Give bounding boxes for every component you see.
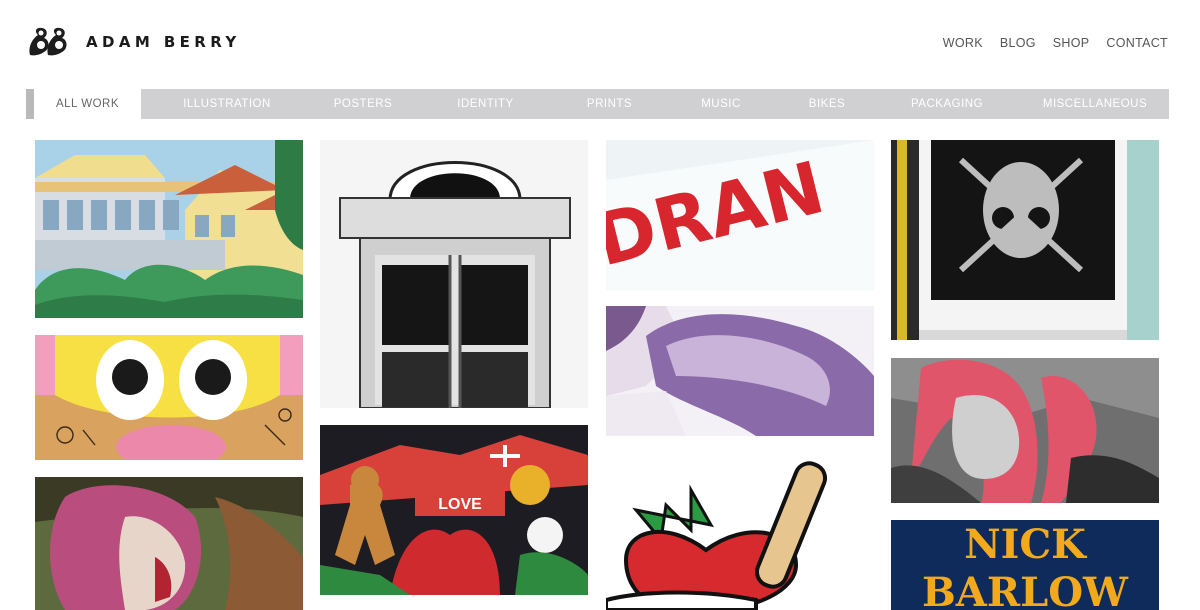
portfolio-tile-stipple-doorway[interactable] [320, 140, 588, 408]
cartoon-eyes-image [35, 335, 303, 460]
category-filter-bar: ALL WORK ILLUSTRATION POSTERS IDENTITY P… [26, 89, 1169, 119]
portfolio-tile-red-poster[interactable]: DRAN [606, 140, 874, 290]
candy-heart-image [606, 450, 874, 610]
hotel-illustration-image [35, 140, 303, 318]
portfolio-tile-typography[interactable]: NICK BARLOW [891, 520, 1159, 610]
filter-prints[interactable]: PRINTS [558, 89, 661, 119]
filter-miscellaneous[interactable]: MISCELLANEOUS [1021, 89, 1169, 119]
christmas-print-image: LOVE [320, 425, 588, 595]
nav-shop[interactable]: SHOP [1053, 36, 1090, 50]
redhead-portrait-image [891, 358, 1159, 503]
nav-contact[interactable]: CONTACT [1106, 36, 1168, 50]
filter-posters[interactable]: POSTERS [313, 89, 413, 119]
filter-all-work[interactable]: ALL WORK [34, 89, 141, 119]
framed-skull-print-image [891, 140, 1159, 340]
ab-monogram-icon [29, 27, 67, 56]
filter-packaging[interactable]: PACKAGING [873, 89, 1021, 119]
portfolio-tile-heart-lolly[interactable] [606, 450, 874, 610]
portfolio-tile-redhead-portrait[interactable] [891, 358, 1159, 503]
typography-artwork-image: NICK BARLOW [891, 520, 1159, 610]
typography-line-1: NICK [964, 521, 1087, 568]
filter-music[interactable]: MUSIC [661, 89, 781, 119]
filter-bikes[interactable]: BIKES [781, 89, 873, 119]
red-type-poster-image: DRAN [606, 140, 874, 290]
nav-blog[interactable]: BLOG [1000, 36, 1036, 50]
filter-bar-accent [26, 89, 34, 119]
portfolio-tile-christmas-print[interactable]: LOVE [320, 425, 588, 595]
portfolio-tile-portrait-painting[interactable] [35, 477, 303, 610]
stipple-doorway-image [320, 140, 588, 408]
portrait-painting-image [35, 477, 303, 610]
site-logo[interactable]: ADAM BERRY [26, 25, 241, 59]
christmas-banner-text: LOVE [438, 496, 482, 513]
portfolio-tile-tattooed-arm[interactable] [606, 306, 874, 436]
typography-line-2: BARLOW [922, 569, 1129, 610]
brand-name: ADAM BERRY [86, 33, 241, 51]
tattoo-illustration-image [606, 306, 874, 436]
filter-illustration[interactable]: ILLUSTRATION [141, 89, 313, 119]
portfolio-tile-seaside-hotel[interactable] [35, 140, 303, 318]
portfolio-tile-googly-eyes[interactable] [35, 335, 303, 460]
portfolio-tile-framed-skull-print[interactable] [891, 140, 1159, 340]
filter-identity[interactable]: IDENTITY [413, 89, 558, 119]
main-nav: WORK BLOG SHOP CONTACT [926, 36, 1168, 50]
nav-work[interactable]: WORK [943, 36, 983, 50]
